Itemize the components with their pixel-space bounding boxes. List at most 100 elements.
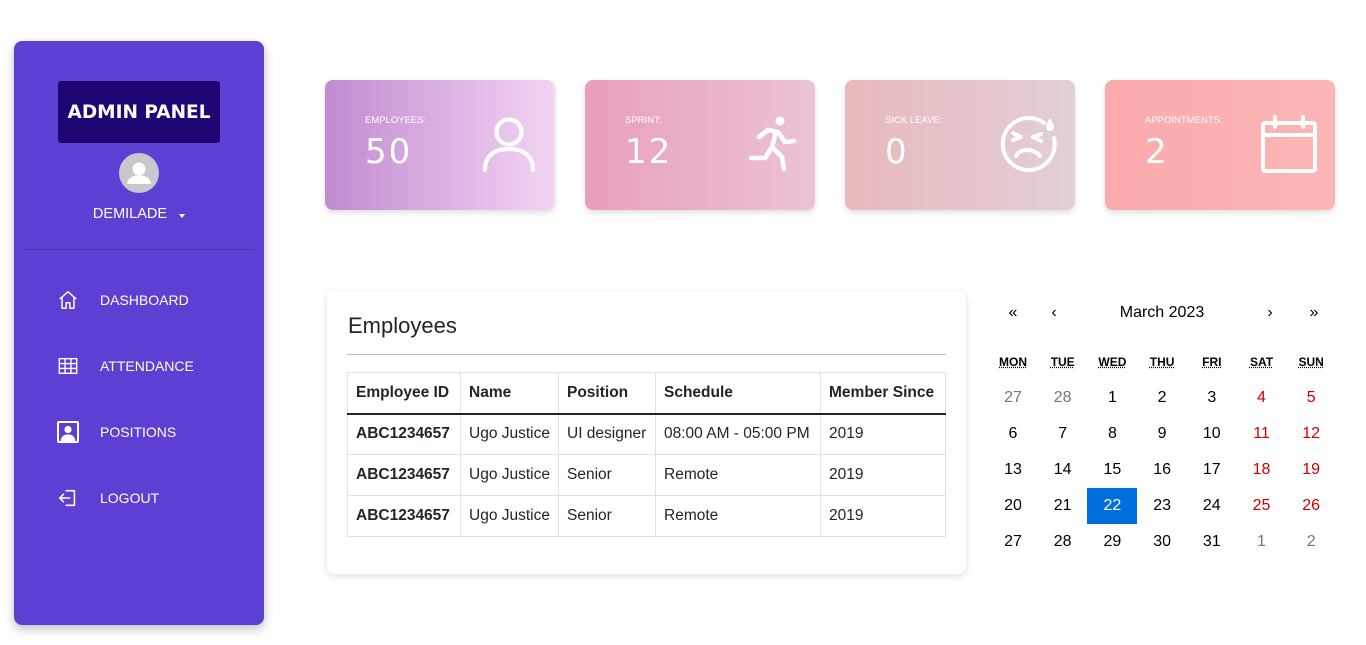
running-icon [739, 114, 799, 174]
column-header: Schedule [655, 372, 821, 415]
next-month-button[interactable]: › [1245, 295, 1295, 331]
cell-schedule: 08:00 AM - 05:00 PM [655, 413, 821, 455]
calendar-day[interactable]: 3 [1187, 380, 1237, 416]
stat-card-employees[interactable]: EMPLOYEES: 50 [325, 80, 555, 210]
calendar-day[interactable]: 6 [988, 416, 1038, 452]
employees-table: Employee ID Name Position Schedule Membe… [347, 372, 946, 537]
table-row[interactable]: ABC1234657 Ugo Justice Senior Remote 201… [347, 495, 946, 537]
calendar-day[interactable]: 2 [1286, 524, 1336, 560]
next-year-button[interactable]: » [1289, 295, 1339, 331]
calendar-day[interactable]: 9 [1137, 416, 1187, 452]
cell-name: Ugo Justice [460, 454, 559, 496]
calendar-day[interactable]: 21 [1038, 488, 1088, 524]
cell-position: Senior [558, 495, 656, 537]
cell-employee-id: ABC1234657 [347, 454, 461, 496]
calendar-day[interactable]: 20 [988, 488, 1038, 524]
calendar-day[interactable]: 4 [1237, 380, 1287, 416]
cell-schedule: Remote [655, 454, 821, 496]
sidebar-item-dashboard[interactable]: DASHBOARD [56, 288, 236, 312]
avatar[interactable] [119, 153, 159, 193]
stat-card-value: 50 [365, 132, 413, 172]
cell-schedule: Remote [655, 495, 821, 537]
table-grid-icon [56, 354, 80, 378]
username-label: DEMILADE [92, 206, 168, 222]
calendar-day[interactable]: 28 [1038, 380, 1088, 416]
calendar-day[interactable]: 1 [1237, 524, 1287, 560]
person-badge-icon [56, 420, 80, 444]
calendar-day[interactable]: 25 [1237, 488, 1287, 524]
stat-card-label: SPRINT: [625, 115, 662, 126]
panel-title: Employees [348, 313, 457, 338]
stat-card-sick-leave[interactable]: SICK LEAVE: 0 [845, 80, 1075, 210]
sidebar: ADMIN PANEL DEMILADE DASHBOARD ATTENDANC… [14, 41, 264, 625]
table-header-row: Employee ID Name Position Schedule Membe… [347, 372, 946, 415]
brand-title: ADMIN PANEL [58, 81, 220, 143]
calendar-day[interactable]: 10 [1187, 416, 1237, 452]
calendar-day[interactable]: 30 [1137, 524, 1187, 560]
sidebar-item-attendance[interactable]: ATTENDANCE [56, 354, 236, 378]
calendar-day[interactable]: 23 [1137, 488, 1187, 524]
weekday-header: FRI [1202, 355, 1222, 369]
calendar-widget: « ‹ March 2023 › » MON TUE WED THU FRI SAT SUN… [988, 295, 1336, 565]
sidebar-divider [24, 249, 254, 250]
cell-position: Senior [558, 454, 656, 496]
table-row[interactable]: ABC1234657 Ugo Justice Senior Remote 201… [347, 454, 946, 496]
stat-card-label: SICK LEAVE: [885, 115, 943, 126]
weekday-header: TUE [1050, 355, 1075, 369]
sidebar-item-logout[interactable]: LOGOUT [56, 486, 236, 510]
calendar-day[interactable]: 12 [1286, 416, 1336, 452]
stat-card-sprint[interactable]: SPRINT: 12 [585, 80, 815, 210]
prev-month-button[interactable]: ‹ [1029, 295, 1079, 331]
calendar-day[interactable]: 26 [1286, 488, 1336, 524]
sidebar-item-positions[interactable]: POSITIONS [56, 420, 236, 444]
home-icon [56, 288, 80, 312]
stat-card-value: 2 [1145, 132, 1169, 172]
weekday-header: THU [1149, 355, 1175, 369]
sidebar-item-label: LOGOUT [100, 490, 160, 506]
calendar-day[interactable]: 15 [1087, 452, 1137, 488]
user-menu-toggle[interactable]: DEMILADE [14, 206, 264, 222]
calendar-day[interactable]: 18 [1237, 452, 1287, 488]
weekday-header: WED [1098, 355, 1127, 369]
calendar-day[interactable]: 11 [1237, 416, 1287, 452]
employees-panel: Employees Employee ID Name Position Sche… [327, 291, 966, 574]
stat-card-label: EMPLOYEES: [365, 115, 427, 126]
column-header: Position [558, 372, 656, 415]
sidebar-item-label: POSITIONS [100, 424, 177, 440]
sick-face-icon [999, 114, 1059, 174]
calendar-day[interactable]: 7 [1038, 416, 1088, 452]
table-row[interactable]: ABC1234657 Ugo Justice UI designer 08:00… [347, 413, 946, 455]
caret-down-icon [179, 213, 186, 218]
dashboard-page: ADMIN PANEL DEMILADE DASHBOARD ATTENDANC… [0, 0, 1366, 645]
cell-name: Ugo Justice [460, 413, 559, 455]
calendar-day[interactable]: 5 [1286, 380, 1336, 416]
calendar-day[interactable]: 28 [1038, 524, 1088, 560]
calendar-day[interactable]: 22 [1087, 488, 1138, 524]
calendar-day[interactable]: 24 [1187, 488, 1237, 524]
calendar-day[interactable]: 13 [988, 452, 1038, 488]
stat-card-value: 12 [625, 132, 673, 172]
cell-employee-id: ABC1234657 [347, 413, 461, 455]
calendar-month-title[interactable]: March 2023 [1088, 295, 1236, 331]
calendar-day[interactable]: 8 [1087, 416, 1137, 452]
calendar-day[interactable]: 14 [1038, 452, 1088, 488]
cell-member-since: 2019 [820, 454, 946, 496]
cell-position: UI designer [558, 413, 656, 455]
weekday-header: SUN [1298, 355, 1324, 369]
weekday-header: MON [999, 355, 1027, 369]
stat-card-appointments[interactable]: APPOINTMENTS: 2 [1105, 80, 1335, 210]
calendar-day[interactable]: 29 [1087, 524, 1137, 560]
calendar-day[interactable]: 27 [988, 380, 1038, 416]
calendar-day[interactable]: 2 [1137, 380, 1187, 416]
cell-member-since: 2019 [820, 413, 946, 455]
calendar-day[interactable]: 19 [1286, 452, 1336, 488]
calendar-day[interactable]: 1 [1087, 380, 1137, 416]
logout-icon [56, 486, 80, 510]
column-header: Member Since [820, 372, 946, 415]
calendar-day[interactable]: 17 [1187, 452, 1237, 488]
calendar-day[interactable]: 27 [988, 524, 1038, 560]
stat-card-value: 0 [885, 132, 909, 172]
calendar-day[interactable]: 31 [1187, 524, 1237, 560]
column-header: Employee ID [347, 372, 461, 415]
calendar-day[interactable]: 16 [1137, 452, 1187, 488]
